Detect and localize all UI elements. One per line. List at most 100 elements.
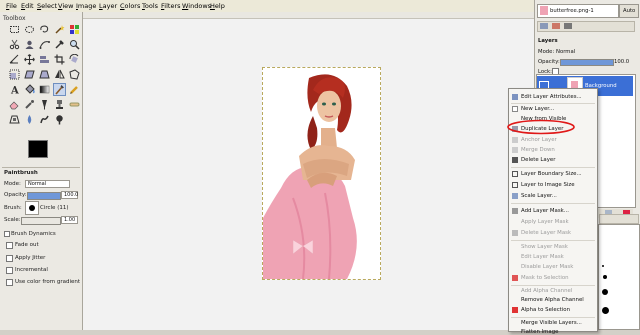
dodge-burn-icon[interactable] <box>54 114 65 125</box>
menu-layer-to-image-size[interactable]: Layer to Image Size <box>521 182 575 188</box>
clone-icon[interactable] <box>54 99 65 110</box>
heal-icon[interactable] <box>69 99 80 110</box>
fuzzy-select-icon[interactable] <box>54 24 65 35</box>
crop-icon[interactable] <box>54 54 65 65</box>
scissors-icon[interactable] <box>9 39 20 50</box>
fade-out-checkbox[interactable] <box>6 242 13 249</box>
foreground-select-icon[interactable] <box>24 39 35 50</box>
layers-opacity-value[interactable]: 100.0 <box>614 59 629 65</box>
select-by-color-icon[interactable] <box>69 24 80 35</box>
opacity-field[interactable]: 100.0 <box>61 191 78 199</box>
menu-disable-layer-mask[interactable]: Disable Layer Mask <box>521 264 573 270</box>
brushes-panel[interactable] <box>598 224 640 330</box>
delete-layer-menu-icon <box>512 157 518 163</box>
auto-button[interactable]: Auto <box>619 4 639 18</box>
perspective-icon[interactable] <box>39 69 50 80</box>
airbrush-icon[interactable] <box>24 99 35 110</box>
align-icon[interactable] <box>39 54 50 65</box>
menu-merge-visible-layers[interactable]: Merge Visible Layers... <box>521 320 582 326</box>
menu-layer[interactable]: Layer <box>99 2 117 10</box>
menu-new-layer[interactable]: New Layer... <box>521 106 554 112</box>
apply-jitter-checkbox[interactable] <box>6 255 13 262</box>
menu-colors[interactable]: Colors <box>120 2 140 10</box>
menu-merge-down[interactable]: Merge Down <box>521 147 555 153</box>
menu-show-layer-mask[interactable]: Show Layer Mask <box>521 244 568 250</box>
mode-value: Normal <box>28 181 47 187</box>
scale-field[interactable]: 1.00 <box>61 216 78 224</box>
menu-apply-layer-mask[interactable]: Apply Layer Mask <box>521 219 569 225</box>
menu-edit-layer-mask[interactable]: Edit Layer Mask <box>521 254 564 260</box>
menu-tools[interactable]: Tools <box>142 2 158 10</box>
scale-icon[interactable] <box>9 69 20 80</box>
foreground-color-swatch[interactable] <box>28 140 48 158</box>
layers-tab-icon[interactable] <box>540 23 548 29</box>
menu-select[interactable]: Select <box>37 2 57 10</box>
mode-select[interactable]: Normal <box>25 180 70 188</box>
cage-icon[interactable] <box>69 69 80 80</box>
rect-select-icon[interactable] <box>9 24 20 35</box>
new-layer-menu-icon <box>512 106 518 112</box>
fade-out-label: Fade out <box>15 242 39 248</box>
image-selector[interactable]: butterfree.png-1 <box>537 4 619 18</box>
brush-medium-icon[interactable] <box>603 275 607 279</box>
layers-mode-label: Mode: <box>538 49 555 55</box>
menu-add-alpha-channel[interactable]: Add Alpha Channel <box>521 288 572 294</box>
opacity-slider[interactable] <box>27 192 61 200</box>
channels-tab-icon[interactable] <box>552 23 560 29</box>
menu-image[interactable]: Image <box>76 2 96 10</box>
menu-alpha-to-selection[interactable]: Alpha to Selection <box>521 307 570 313</box>
ink-icon[interactable] <box>39 99 50 110</box>
pencil-icon[interactable] <box>69 84 80 95</box>
flip-icon[interactable] <box>54 69 65 80</box>
scale-slider[interactable] <box>21 217 61 225</box>
menu-separator <box>511 103 595 104</box>
blend-icon[interactable] <box>39 84 50 95</box>
menu-delete-layer-mask[interactable]: Delete Layer Mask <box>521 230 571 236</box>
top-ruler[interactable] <box>83 12 534 19</box>
dock-tabs[interactable] <box>537 21 635 32</box>
shear-icon[interactable] <box>24 69 35 80</box>
image-canvas[interactable] <box>262 67 381 280</box>
brush-large-icon[interactable] <box>602 289 608 295</box>
menu-delete-layer[interactable]: Delete Layer <box>521 157 555 163</box>
text-icon[interactable]: A <box>9 84 20 96</box>
brush-small-icon[interactable] <box>602 265 604 267</box>
layers-mode-value[interactable]: Normal <box>556 49 575 55</box>
ellipse-select-icon[interactable] <box>24 24 35 35</box>
menu-remove-alpha-channel[interactable]: Remove Alpha Channel <box>521 297 584 303</box>
layers-opacity-slider[interactable] <box>560 59 614 66</box>
paths-icon[interactable] <box>39 39 50 50</box>
menu-scale-layer[interactable]: Scale Layer... <box>521 193 557 199</box>
perspective-clone-icon[interactable] <box>9 114 20 125</box>
color-picker-icon[interactable] <box>54 39 65 50</box>
menu-layer-boundary-size[interactable]: Layer Boundary Size... <box>521 171 582 177</box>
smudge-icon[interactable] <box>39 114 50 125</box>
edit-attributes-icon <box>512 94 518 100</box>
zoom-icon[interactable] <box>69 39 80 50</box>
incremental-checkbox[interactable] <box>6 267 13 274</box>
move-icon[interactable] <box>24 54 35 65</box>
menu-edit[interactable]: Edit <box>21 2 34 10</box>
paths-tab-icon[interactable] <box>564 23 572 29</box>
brushes-tab-bar[interactable] <box>599 214 639 224</box>
gradient-color-checkbox[interactable] <box>6 279 13 286</box>
menu-help[interactable]: Help <box>210 2 225 10</box>
brush-dynamics-expander[interactable] <box>4 231 10 237</box>
eraser-icon[interactable] <box>9 99 20 110</box>
brush-xlarge-icon[interactable] <box>602 307 609 314</box>
menu-filters[interactable]: Filters <box>161 2 181 10</box>
lasso-icon[interactable] <box>39 24 50 35</box>
rotate-icon[interactable] <box>69 54 80 65</box>
menu-view[interactable]: View <box>58 2 73 10</box>
menu-anchor-layer[interactable]: Anchor Layer <box>521 137 557 143</box>
measure-icon[interactable] <box>9 54 20 65</box>
menu-windows[interactable]: Windows <box>182 2 211 10</box>
paintbrush-icon[interactable] <box>53 83 66 96</box>
menu-add-layer-mask[interactable]: Add Layer Mask... <box>521 208 569 214</box>
menu-mask-to-selection[interactable]: Mask to Selection <box>521 275 569 281</box>
bucket-fill-icon[interactable] <box>24 84 35 95</box>
menu-file[interactable]: File <box>6 2 17 10</box>
brush-preview[interactable] <box>25 201 39 215</box>
menu-edit-layer-attributes[interactable]: Edit Layer Attributes... <box>521 94 582 100</box>
blur-sharpen-icon[interactable] <box>24 114 35 125</box>
